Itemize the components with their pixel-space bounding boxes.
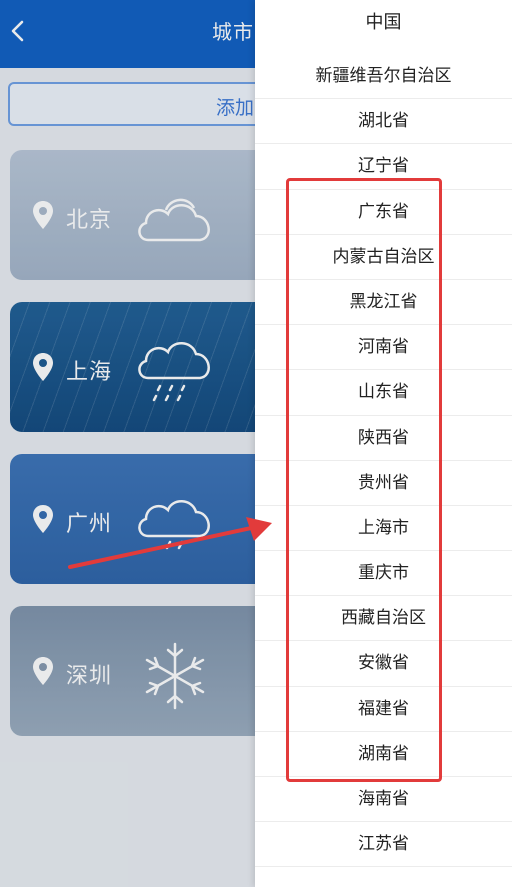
province-item[interactable]: 安徽省 <box>255 641 512 687</box>
province-item[interactable]: 河南省 <box>255 325 512 371</box>
province-list: 新疆维吾尔自治区 湖北省 辽宁省 广东省 内蒙古自治区 黑龙江省 河南省 山东省… <box>255 54 512 868</box>
province-item[interactable]: 广东省 <box>255 190 512 235</box>
province-item[interactable]: 贵州省 <box>255 461 512 506</box>
province-item[interactable]: 江苏省 <box>255 822 512 868</box>
province-drawer: 中国 新疆维吾尔自治区 湖北省 辽宁省 广东省 内蒙古自治区 黑龙江省 河南省 … <box>255 0 512 887</box>
drawer-title: 中国 <box>365 12 402 33</box>
province-item[interactable]: 山东省 <box>255 370 512 416</box>
background-dim-overlay[interactable] <box>0 0 255 887</box>
annotation-arrow-icon <box>68 517 272 569</box>
province-item[interactable]: 重庆市 <box>255 551 512 597</box>
province-item[interactable]: 上海市 <box>255 506 512 552</box>
province-item[interactable]: 海南省 <box>255 777 512 823</box>
province-item[interactable]: 新疆维吾尔自治区 <box>255 54 512 100</box>
province-item[interactable]: 湖南省 <box>255 732 512 777</box>
province-item[interactable]: 湖北省 <box>255 99 512 145</box>
province-item[interactable]: 辽宁省 <box>255 144 512 190</box>
province-item[interactable]: 福建省 <box>255 687 512 732</box>
province-item[interactable]: 黑龙江省 <box>255 280 512 326</box>
province-item[interactable]: 陕西省 <box>255 416 512 461</box>
province-item[interactable]: 内蒙古自治区 <box>255 235 512 280</box>
province-item[interactable]: 西藏自治区 <box>255 596 512 642</box>
